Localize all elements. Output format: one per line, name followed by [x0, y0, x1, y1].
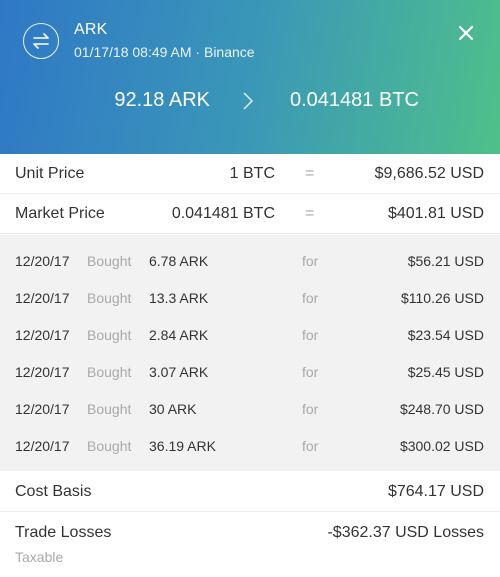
trade-amount: 2.84 ARK [149, 327, 209, 343]
cost-basis-value: $764.17 USD [387, 483, 484, 500]
unit-price-label: Unit Price [15, 165, 85, 182]
trade-date: 12/20/17 [15, 327, 70, 343]
trade-date: 12/20/17 [15, 290, 70, 306]
market-price-value: $401.81 USD [387, 205, 484, 222]
trade-action: Bought [87, 401, 132, 417]
trade-for: for [302, 401, 319, 417]
trade-losses-value: -$362.37 USD Losses [327, 524, 484, 541]
trade-cost: $300.02 USD [399, 438, 484, 454]
trade-amount: 6.78 ARK [149, 253, 209, 269]
trade-cost: $110.26 USD [400, 290, 484, 306]
trade-for: for [302, 364, 319, 380]
trade-datetime-exchange: 01/17/18 08:49 AM · Binance [74, 44, 255, 60]
taxable-note: Taxable [15, 549, 64, 565]
trade-date: 12/20/17 [15, 401, 70, 417]
unit-price-value: $9,686.52 USD [374, 165, 484, 182]
trade-action: Bought [87, 290, 132, 306]
unit-price-qty: 1 BTC [229, 165, 275, 182]
trade-row[interactable]: 12/20/17 Bought 2.84 ARK for $23.54 USD [0, 317, 500, 354]
cost-basis-row: Cost Basis $764.17 USD [0, 471, 500, 511]
asset-title: ARK [74, 21, 108, 38]
trade-date: 12/20/17 [15, 364, 70, 380]
trade-for: for [302, 253, 319, 269]
swap-arrows-icon [23, 23, 59, 59]
trade-action: Bought [87, 364, 132, 380]
trade-cost: $23.54 USD [407, 327, 484, 343]
trade-row[interactable]: 12/20/17 Bought 30 ARK for $248.70 USD [0, 391, 500, 428]
trade-date: 12/20/17 [15, 253, 70, 269]
trade-action: Bought [87, 253, 132, 269]
market-price-label: Market Price [15, 205, 105, 222]
from-amount: 92.18 ARK [114, 89, 210, 111]
chevron-right-icon [242, 91, 254, 116]
trade-for: for [302, 327, 319, 343]
equals-sign: = [305, 165, 315, 182]
trade-action: Bought [87, 438, 132, 454]
trade-cost: $25.45 USD [407, 364, 484, 380]
trade-amount: 30 ARK [149, 401, 197, 417]
trade-amount: 13.3 ARK [149, 290, 209, 306]
trade-cost: $248.70 USD [399, 401, 484, 417]
to-amount: 0.041481 BTC [290, 89, 419, 111]
trade-amount: 3.07 ARK [149, 364, 209, 380]
trade-action: Bought [87, 327, 132, 343]
close-icon[interactable] [457, 24, 475, 42]
trade-row[interactable]: 12/20/17 Bought 36.19 ARK for $300.02 US… [0, 428, 500, 465]
trade-for: for [302, 438, 319, 454]
unit-price-row: Unit Price 1 BTC = $9,686.52 USD [0, 154, 500, 194]
trade-losses-label: Trade Losses [15, 524, 112, 541]
market-price-qty: 0.041481 BTC [171, 205, 275, 222]
trade-cost: $56.21 USD [407, 253, 484, 269]
cost-basis-label: Cost Basis [15, 483, 92, 500]
trade-losses-row: Trade Losses -$362.37 USD Losses Taxable [0, 512, 500, 577]
trade-for: for [302, 290, 319, 306]
market-price-row: Market Price 0.041481 BTC = $401.81 USD [0, 194, 500, 234]
trade-list: 12/20/17 Bought 6.78 ARK for $56.21 USD … [0, 235, 500, 471]
trade-row[interactable]: 12/20/17 Bought 3.07 ARK for $25.45 USD [0, 354, 500, 391]
trade-amount: 36.19 ARK [149, 438, 216, 454]
trade-row[interactable]: 12/20/17 Bought 13.3 ARK for $110.26 USD [0, 280, 500, 317]
trade-header: ARK 01/17/18 08:49 AM · Binance 92.18 AR… [0, 0, 500, 154]
trade-row[interactable]: 12/20/17 Bought 6.78 ARK for $56.21 USD [0, 243, 500, 280]
equals-sign: = [305, 205, 315, 222]
trade-date: 12/20/17 [15, 438, 70, 454]
